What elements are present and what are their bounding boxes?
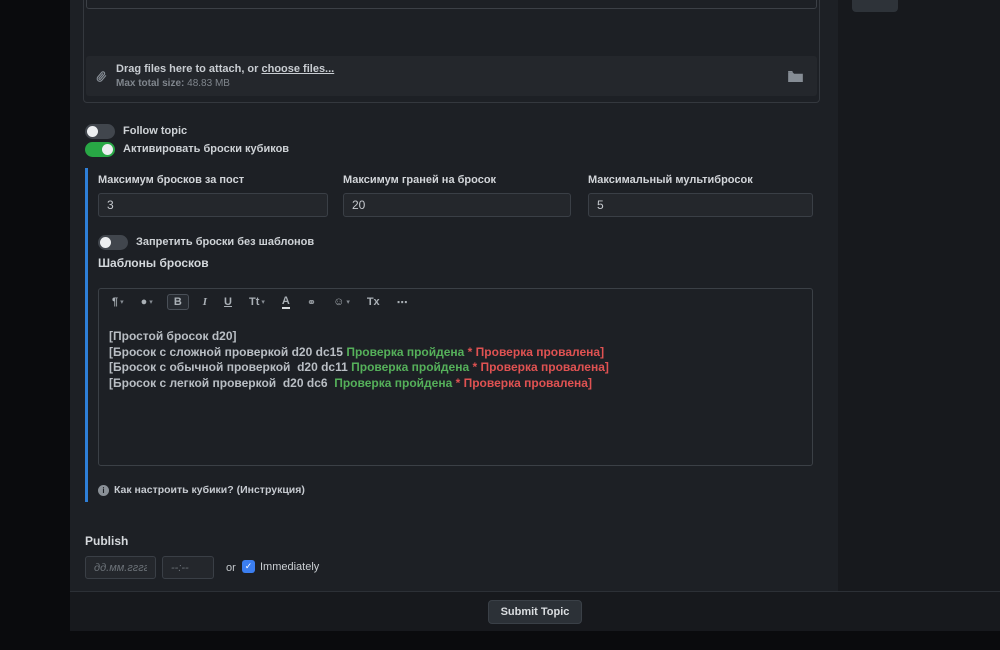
template-segment-default: [Бросок с сложной проверкой d20 dc15 [109, 345, 346, 359]
italic-icon: I [203, 296, 207, 308]
bold-icon[interactable]: B [167, 294, 189, 310]
topic-form-panel: Drag files here to attach, or choose fil… [70, 0, 1000, 631]
paragraph-format-icon[interactable]: ¶▾ [109, 295, 127, 309]
template-segment-green: Проверка пройдена [351, 360, 469, 374]
more-options-icon[interactable]: ⋯ [394, 295, 410, 310]
template-line: [Простой бросок d20] [109, 329, 802, 345]
folder-icon [788, 71, 803, 82]
max-sides-input[interactable] [343, 193, 571, 217]
dice-settings-section: Максимум бросков за пост Максимум граней… [85, 168, 833, 502]
info-icon [98, 485, 109, 496]
max-multiroll-label: Максимальный мультибросок [588, 174, 813, 186]
max-sides-field: Максимум граней на бросок [343, 174, 571, 217]
text-color-icon[interactable]: A [279, 295, 293, 310]
template-segment-red: * Проверка провалена] [464, 345, 604, 359]
follow-topic-row: Follow topic [85, 123, 187, 139]
immediately-checkbox[interactable] [242, 560, 255, 573]
max-multiroll-field: Максимальный мультибросок [588, 174, 813, 217]
underline-icon: U [224, 296, 232, 308]
immediately-label: Immediately [260, 561, 319, 573]
link-icon: ⚭ [307, 296, 316, 309]
clear-format-icon: Tx [367, 296, 380, 308]
max-multiroll-input[interactable] [588, 193, 813, 217]
emoji-icon[interactable]: ☺▾ [330, 295, 353, 309]
dice-help-line[interactable]: Как настроить кубики? (Инструкция) [98, 484, 305, 496]
top-right-button[interactable] [852, 0, 898, 12]
editor-toolbar: ¶▾●▾BIUTt▾A⚭☺▾Tx⋯ [99, 289, 812, 315]
dice-enable-row: Активировать броски кубиков [85, 141, 289, 157]
max-size-label: Max total size: [116, 78, 184, 89]
insert-icon: ● [141, 296, 148, 308]
template-segment-default: [Простой бросок d20] [109, 329, 237, 343]
drag-files-text: Drag files here to attach, or [116, 63, 261, 75]
clear-format-icon[interactable]: Tx [364, 295, 383, 309]
max-rolls-label: Максимум бросков за пост [98, 174, 328, 186]
post-editor-container: Drag files here to attach, or choose fil… [83, 0, 820, 103]
templates-editor: ¶▾●▾BIUTt▾A⚭☺▾Tx⋯ [Простой бросок d20][Б… [98, 288, 813, 466]
template-segment-default: [Бросок с обычной проверкой d20 dc11 [109, 360, 351, 374]
emoji-icon: ☺ [333, 296, 344, 308]
toggle-knob [102, 144, 113, 155]
attachment-dropzone[interactable]: Drag files here to attach, or choose fil… [86, 56, 817, 96]
or-label: or [226, 562, 236, 574]
dice-help-text: Как настроить кубики? (Инструкция) [114, 484, 305, 496]
max-rolls-input[interactable] [98, 193, 328, 217]
chevron-down-icon: ▾ [261, 298, 265, 306]
follow-topic-label: Follow topic [123, 125, 187, 137]
post-editor-textarea[interactable] [86, 0, 817, 9]
editor-content[interactable]: [Простой бросок d20] [Бросок с сложной пр… [99, 315, 812, 405]
template-segment-red: * Проверка провалена] [452, 376, 592, 390]
chevron-down-icon: ▾ [149, 298, 153, 306]
publish-time-input[interactable] [162, 556, 214, 579]
dice-enable-label: Активировать броски кубиков [123, 143, 289, 155]
italic-icon[interactable]: I [200, 295, 210, 309]
paragraph-format-icon: ¶ [112, 296, 118, 308]
choose-files-link[interactable]: choose files... [261, 63, 334, 75]
chevron-down-icon: ▾ [120, 298, 124, 306]
max-sides-label: Максимум граней на бросок [343, 174, 571, 186]
more-options-icon: ⋯ [397, 296, 407, 309]
template-line: [Бросок с обычной проверкой d20 dc11 Про… [109, 360, 802, 376]
template-segment-default: [Бросок с легкой проверкой d20 dc6 [109, 376, 334, 390]
font-size-icon[interactable]: Tt▾ [246, 295, 268, 309]
max-rolls-field: Максимум бросков за пост [98, 174, 328, 217]
paperclip-icon [93, 67, 110, 84]
publish-date-input[interactable] [85, 556, 156, 579]
template-line: [Бросок с сложной проверкой d20 dc15 Про… [109, 345, 802, 361]
toggle-knob [100, 237, 111, 248]
dice-enable-toggle[interactable] [85, 142, 115, 157]
max-size-value: 48.83 MB [187, 78, 230, 89]
underline-icon[interactable]: U [221, 295, 235, 309]
publish-heading: Publish [85, 534, 128, 548]
chevron-down-icon: ▾ [346, 298, 350, 306]
template-line: [Бросок с легкой проверкой d20 dc6 Прове… [109, 376, 802, 392]
font-size-icon: Tt [249, 296, 259, 308]
form-area: Drag files here to attach, or choose fil… [70, 0, 838, 591]
no-template-row: Запретить броски без шаблонов [98, 234, 314, 250]
submit-topic-button[interactable]: Submit Topic [488, 600, 583, 624]
attachment-text: Drag files here to attach, or choose fil… [116, 63, 334, 90]
no-template-toggle[interactable] [98, 235, 128, 250]
text-color-icon: A [282, 296, 290, 309]
insert-icon[interactable]: ●▾ [138, 295, 156, 309]
link-icon[interactable]: ⚭ [304, 295, 319, 310]
template-segment-green: Проверка пройдена [334, 376, 452, 390]
template-segment-green: Проверка пройдена [346, 345, 464, 359]
bold-icon: B [174, 296, 182, 308]
form-footer: Submit Topic [70, 591, 1000, 631]
toggle-knob [87, 126, 98, 137]
follow-topic-toggle[interactable] [85, 124, 115, 139]
no-template-label: Запретить броски без шаблонов [136, 236, 314, 248]
templates-heading: Шаблоны бросков [98, 256, 209, 270]
template-segment-red: * Проверка провалена] [469, 360, 609, 374]
